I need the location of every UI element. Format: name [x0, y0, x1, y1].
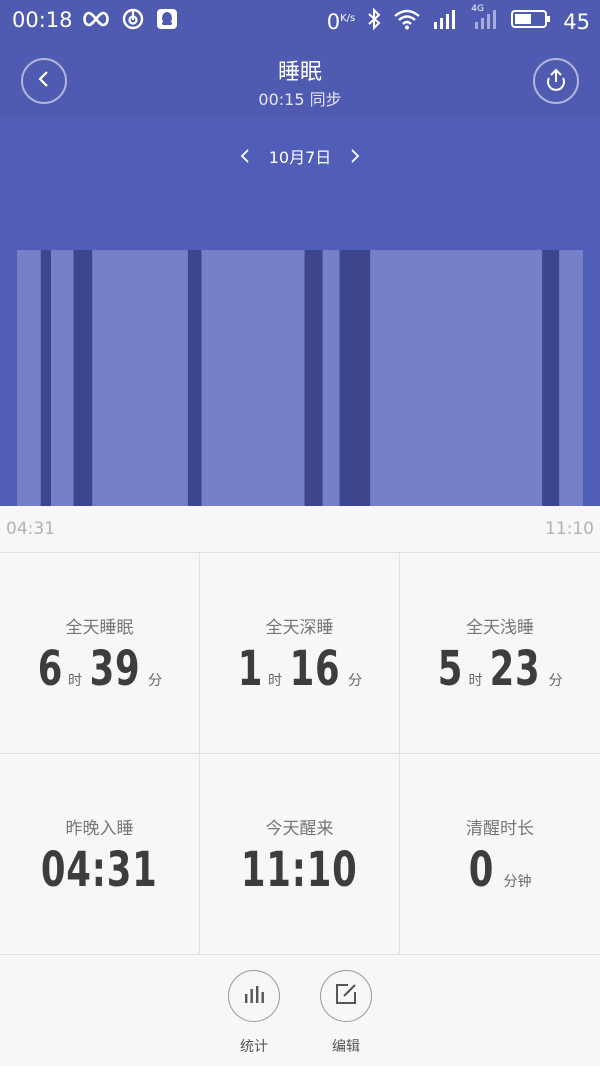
stats-label: 统计 [240, 1039, 268, 1055]
axis-end-time: 11:10 [545, 519, 594, 539]
wifi-icon [393, 8, 421, 35]
light-sleep-segment [559, 250, 583, 506]
chevron-left-icon [240, 149, 249, 163]
stat-light-sleep: 全天浅睡 5 时 23 分 [400, 553, 600, 754]
deep-sleep-segment [73, 250, 93, 506]
stat-time-value: 04:31 [41, 842, 158, 898]
stat-hours: 1 [237, 641, 264, 697]
status-bar: 00:18 0K/s 4G 45 [0, 0, 600, 42]
edit-icon [334, 982, 358, 1010]
stat-minutes: 23 [490, 641, 541, 697]
sleep-stage-chart [17, 250, 583, 506]
infinity-icon [82, 10, 110, 32]
net-speed: 0K/s [326, 9, 356, 34]
stat-label: 全天浅睡 [466, 618, 534, 638]
stat-label: 全天睡眠 [65, 618, 134, 638]
stat-unit: 分 [548, 673, 563, 689]
bar-chart-icon [242, 984, 266, 1008]
stat-minutes: 16 [289, 641, 341, 697]
stat-time-value: 11:10 [241, 842, 358, 898]
netease-music-icon [122, 8, 144, 34]
next-day-button[interactable] [345, 146, 365, 166]
sync-status: 00:15 同步 [258, 90, 342, 109]
stat-unit: 分 [148, 673, 163, 689]
battery-icon [511, 9, 551, 34]
stat-label: 全天深睡 [265, 618, 334, 638]
qq-icon [156, 8, 178, 34]
light-sleep-segment [51, 250, 74, 506]
page-title: 睡眠 [277, 60, 322, 85]
stat-unit: 时 [267, 673, 282, 689]
deep-sleep-segment [40, 250, 51, 506]
stat-label: 今天醒来 [265, 819, 334, 839]
light-sleep-segment [201, 250, 305, 506]
app-header: 睡眠 00:15 同步 [0, 42, 600, 118]
stats-button[interactable]: 统计 [224, 970, 284, 1056]
bottom-actions: 统计 编辑 [0, 956, 600, 1066]
edit-button[interactable]: 编辑 [316, 970, 376, 1056]
deep-sleep-segment [304, 250, 323, 506]
signal-4g-icon: 4G [471, 4, 499, 35]
current-date: 10月7日 [268, 148, 332, 167]
deep-sleep-segment [187, 250, 202, 506]
stat-unit: 时 [67, 673, 82, 689]
signal-icon [433, 8, 459, 35]
stat-awake-value: 0 [469, 842, 495, 898]
stat-awake-duration: 清醒时长 0 分钟 [400, 754, 600, 955]
bluetooth-icon [367, 7, 381, 35]
sleep-stats-grid: 全天睡眠 6 时 39 分 全天深睡 1 时 16 分 全天浅睡 5 时 23 … [0, 552, 600, 955]
stat-minutes: 39 [89, 641, 141, 697]
stat-total-sleep: 全天睡眠 6 时 39 分 [0, 553, 200, 754]
light-sleep-segment [322, 250, 340, 506]
stat-unit: 分钟 [503, 874, 532, 890]
edit-label: 编辑 [332, 1039, 360, 1055]
deep-sleep-segment [542, 250, 560, 506]
battery-level: 45 [563, 9, 590, 34]
axis-start-time: 04:31 [6, 519, 55, 539]
stat-fell-asleep: 昨晚入睡 04:31 [0, 754, 200, 955]
stat-hours: 6 [37, 641, 64, 697]
chevron-right-icon [351, 149, 360, 163]
upload-icon [544, 67, 568, 95]
stat-label: 昨晚入睡 [65, 819, 134, 839]
light-sleep-segment [370, 250, 543, 506]
stat-woke-up: 今天醒来 11:10 [200, 754, 400, 955]
stat-unit: 分 [348, 673, 363, 689]
prev-day-button[interactable] [235, 146, 255, 166]
stat-label: 清醒时长 [466, 819, 534, 839]
sleep-chart-area: 10月7日 [0, 118, 600, 506]
light-sleep-segment [17, 250, 41, 506]
share-button[interactable] [533, 58, 579, 104]
stat-deep-sleep: 全天深睡 1 时 16 分 [200, 553, 400, 754]
stat-unit: 时 [468, 673, 483, 689]
stat-hours: 5 [438, 641, 464, 697]
status-time: 00:18 [12, 8, 73, 32]
date-navigator: 10月7日 [0, 144, 600, 168]
time-axis: 04:31 11:10 [0, 506, 600, 552]
light-sleep-segment [92, 250, 188, 506]
deep-sleep-segment [339, 250, 371, 506]
